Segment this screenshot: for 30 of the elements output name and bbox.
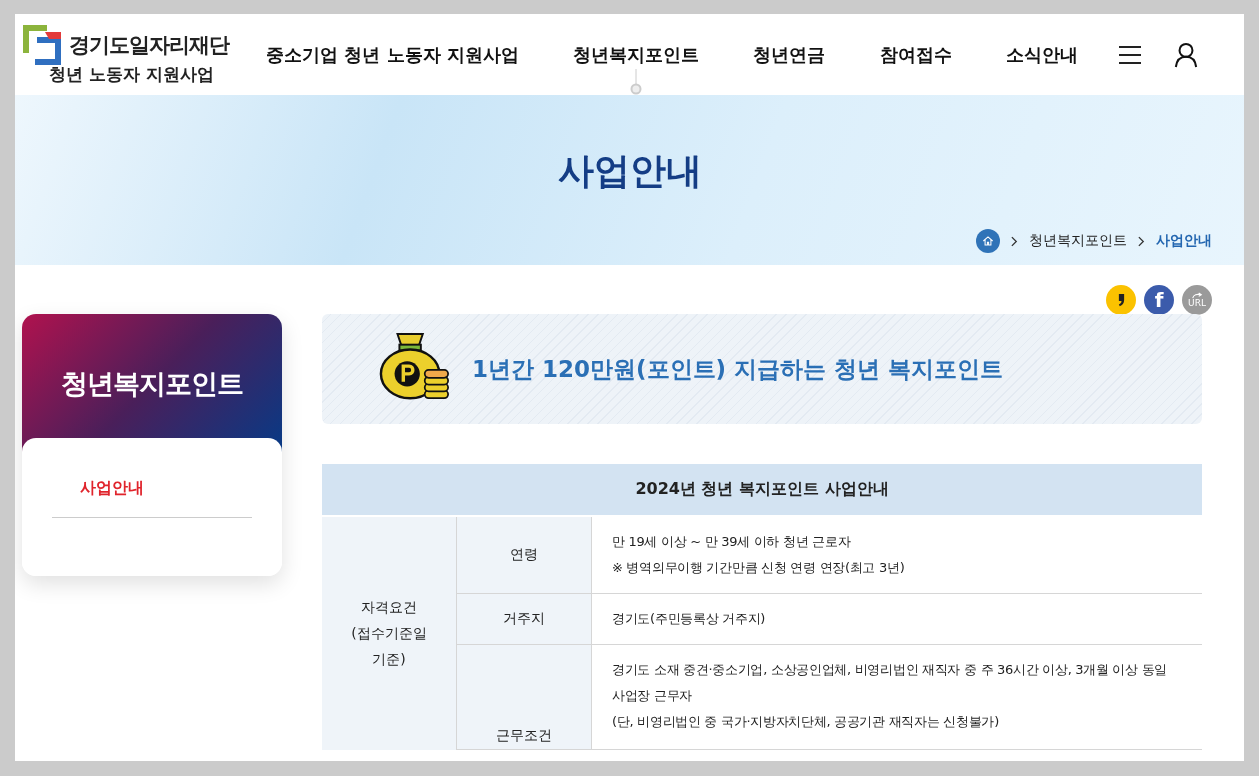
nav-link[interactable]: 청년복지포인트 [573, 43, 700, 65]
table-cell: 거주지 [456, 593, 592, 645]
intro-text: 1년간 120만원(포인트) 지급하는 청년 복지포인트 [472, 354, 1004, 384]
table-cell: 만 19세 이상 ~ 만 39세 이하 청년 근로자 ※ 병역의무이행 기간만큼 신청 연령 연장(최고 3년) [591, 516, 1202, 594]
breadcrumb-link[interactable]: 청년복지포인트 [1029, 232, 1127, 250]
user-icon[interactable] [1174, 41, 1198, 68]
table-cell: 경기도 소재 중견·중소기업, 소상공인업체, 비영리법인 재직자 중 주 36시간 이상, 3개월 이상 동일 사업장 근무자 (단, 비영리법인 중 국가·지방자치단체, 공공기관 재직자는 신청불가) [591, 644, 1202, 750]
nav-link[interactable]: 청년연금 [753, 43, 826, 65]
table-cell: 자격요건 (접수기준일 기준) [322, 516, 457, 750]
table-cell: 연령 [456, 516, 592, 594]
nav-link[interactable]: 소식안내 [1006, 43, 1078, 65]
chevron-icon [1138, 235, 1145, 247]
chevron-icon [1011, 235, 1018, 247]
table-cell: 경기도(주민등록상 거주지) [591, 593, 1202, 645]
arrow-icon [1191, 292, 1203, 299]
kakao-share-button[interactable] [1106, 285, 1136, 315]
sidebar-item[interactable]: 사업안내 [52, 478, 252, 518]
home-icon[interactable] [976, 229, 1000, 253]
org-name: 경기도일자리재단 [69, 32, 229, 59]
nav-link[interactable]: 중소기업 청년 노동자 지원사업 [266, 43, 519, 65]
site-name[interactable]: 청년 노동자 지원사업 [49, 63, 266, 86]
table-title: 2024년 청년 복지포인트 사업안내 [322, 464, 1202, 516]
quote-icon [1116, 293, 1126, 307]
page-title: 사업안내 [556, 149, 703, 193]
menu-icon[interactable] [1118, 44, 1142, 65]
sidebar-title: 청년복지포인트 [61, 367, 243, 401]
nav-link[interactable]: 참여접수 [879, 43, 952, 65]
breadcrumb-link[interactable]: 사업안내 [1156, 232, 1212, 250]
facebook-share-button[interactable]: f [1144, 285, 1174, 315]
table-cell: 근무조건 [456, 644, 592, 750]
